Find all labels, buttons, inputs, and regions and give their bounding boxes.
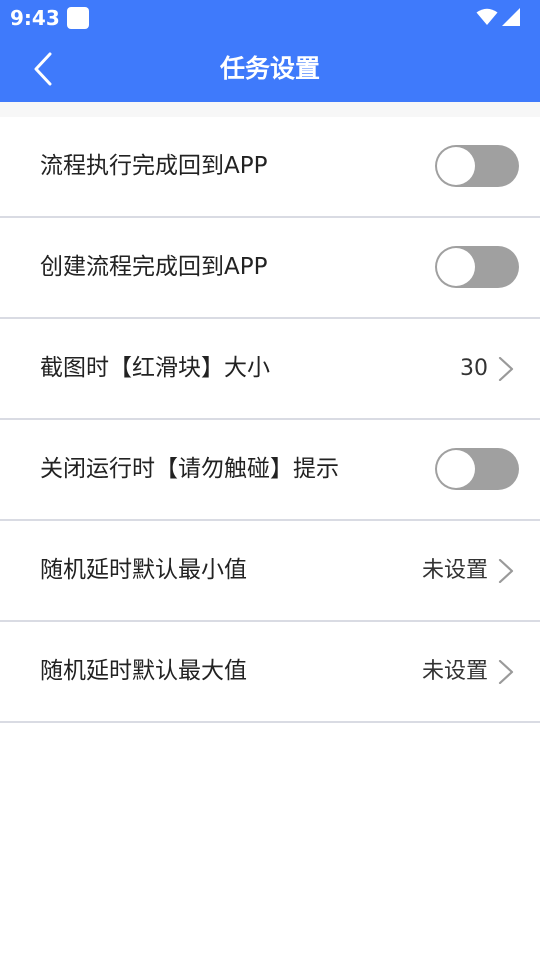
setting-label: 关闭运行时【请勿触碰】提示 bbox=[40, 456, 339, 482]
return-after-create-toggle[interactable] bbox=[435, 246, 519, 288]
app-header: 9:43 任务设置 bbox=[0, 0, 540, 102]
setting-row-random-delay-max[interactable]: 随机延时默认最大值 未设置 bbox=[0, 622, 540, 723]
chevron-right-icon bbox=[498, 559, 514, 583]
setting-value: 未设置 bbox=[421, 558, 488, 583]
status-bar: 9:43 bbox=[0, 0, 540, 36]
setting-label: 截图时【红滑块】大小 bbox=[40, 355, 270, 381]
status-time: 9:43 bbox=[10, 6, 60, 30]
toggle-knob bbox=[437, 450, 475, 488]
setting-row-return-after-execute: 流程执行完成回到APP bbox=[0, 117, 540, 218]
return-after-execute-toggle[interactable] bbox=[435, 145, 519, 187]
setting-row-return-after-create: 创建流程完成回到APP bbox=[0, 218, 540, 319]
do-not-touch-tip-toggle[interactable] bbox=[435, 448, 519, 490]
toggle-knob bbox=[437, 248, 475, 286]
setting-value: 30 bbox=[460, 356, 488, 381]
chevron-right-icon bbox=[498, 357, 514, 381]
setting-row-red-slider-size[interactable]: 截图时【红滑块】大小 30 bbox=[0, 319, 540, 420]
notification-icon bbox=[67, 7, 89, 29]
setting-label: 随机延时默认最小值 bbox=[40, 557, 247, 583]
back-button[interactable] bbox=[18, 45, 68, 93]
setting-value: 未设置 bbox=[421, 659, 488, 684]
setting-label: 流程执行完成回到APP bbox=[40, 153, 268, 179]
settings-list: 流程执行完成回到APP 创建流程完成回到APP 截图时【红滑块】大小 30 关闭… bbox=[0, 117, 540, 723]
setting-row-random-delay-min[interactable]: 随机延时默认最小值 未设置 bbox=[0, 521, 540, 622]
page-title: 任务设置 bbox=[219, 54, 320, 83]
setting-row-do-not-touch-tip: 关闭运行时【请勿触碰】提示 bbox=[0, 420, 540, 521]
chevron-right-icon bbox=[498, 660, 514, 684]
toggle-knob bbox=[437, 147, 475, 185]
section-gap bbox=[0, 102, 540, 117]
wifi-icon bbox=[476, 8, 498, 25]
chevron-left-icon bbox=[34, 52, 52, 86]
toolbar: 任务设置 bbox=[0, 36, 540, 102]
setting-label: 随机延时默认最大值 bbox=[40, 658, 247, 684]
setting-label: 创建流程完成回到APP bbox=[40, 254, 268, 280]
signal-icon bbox=[502, 8, 520, 26]
